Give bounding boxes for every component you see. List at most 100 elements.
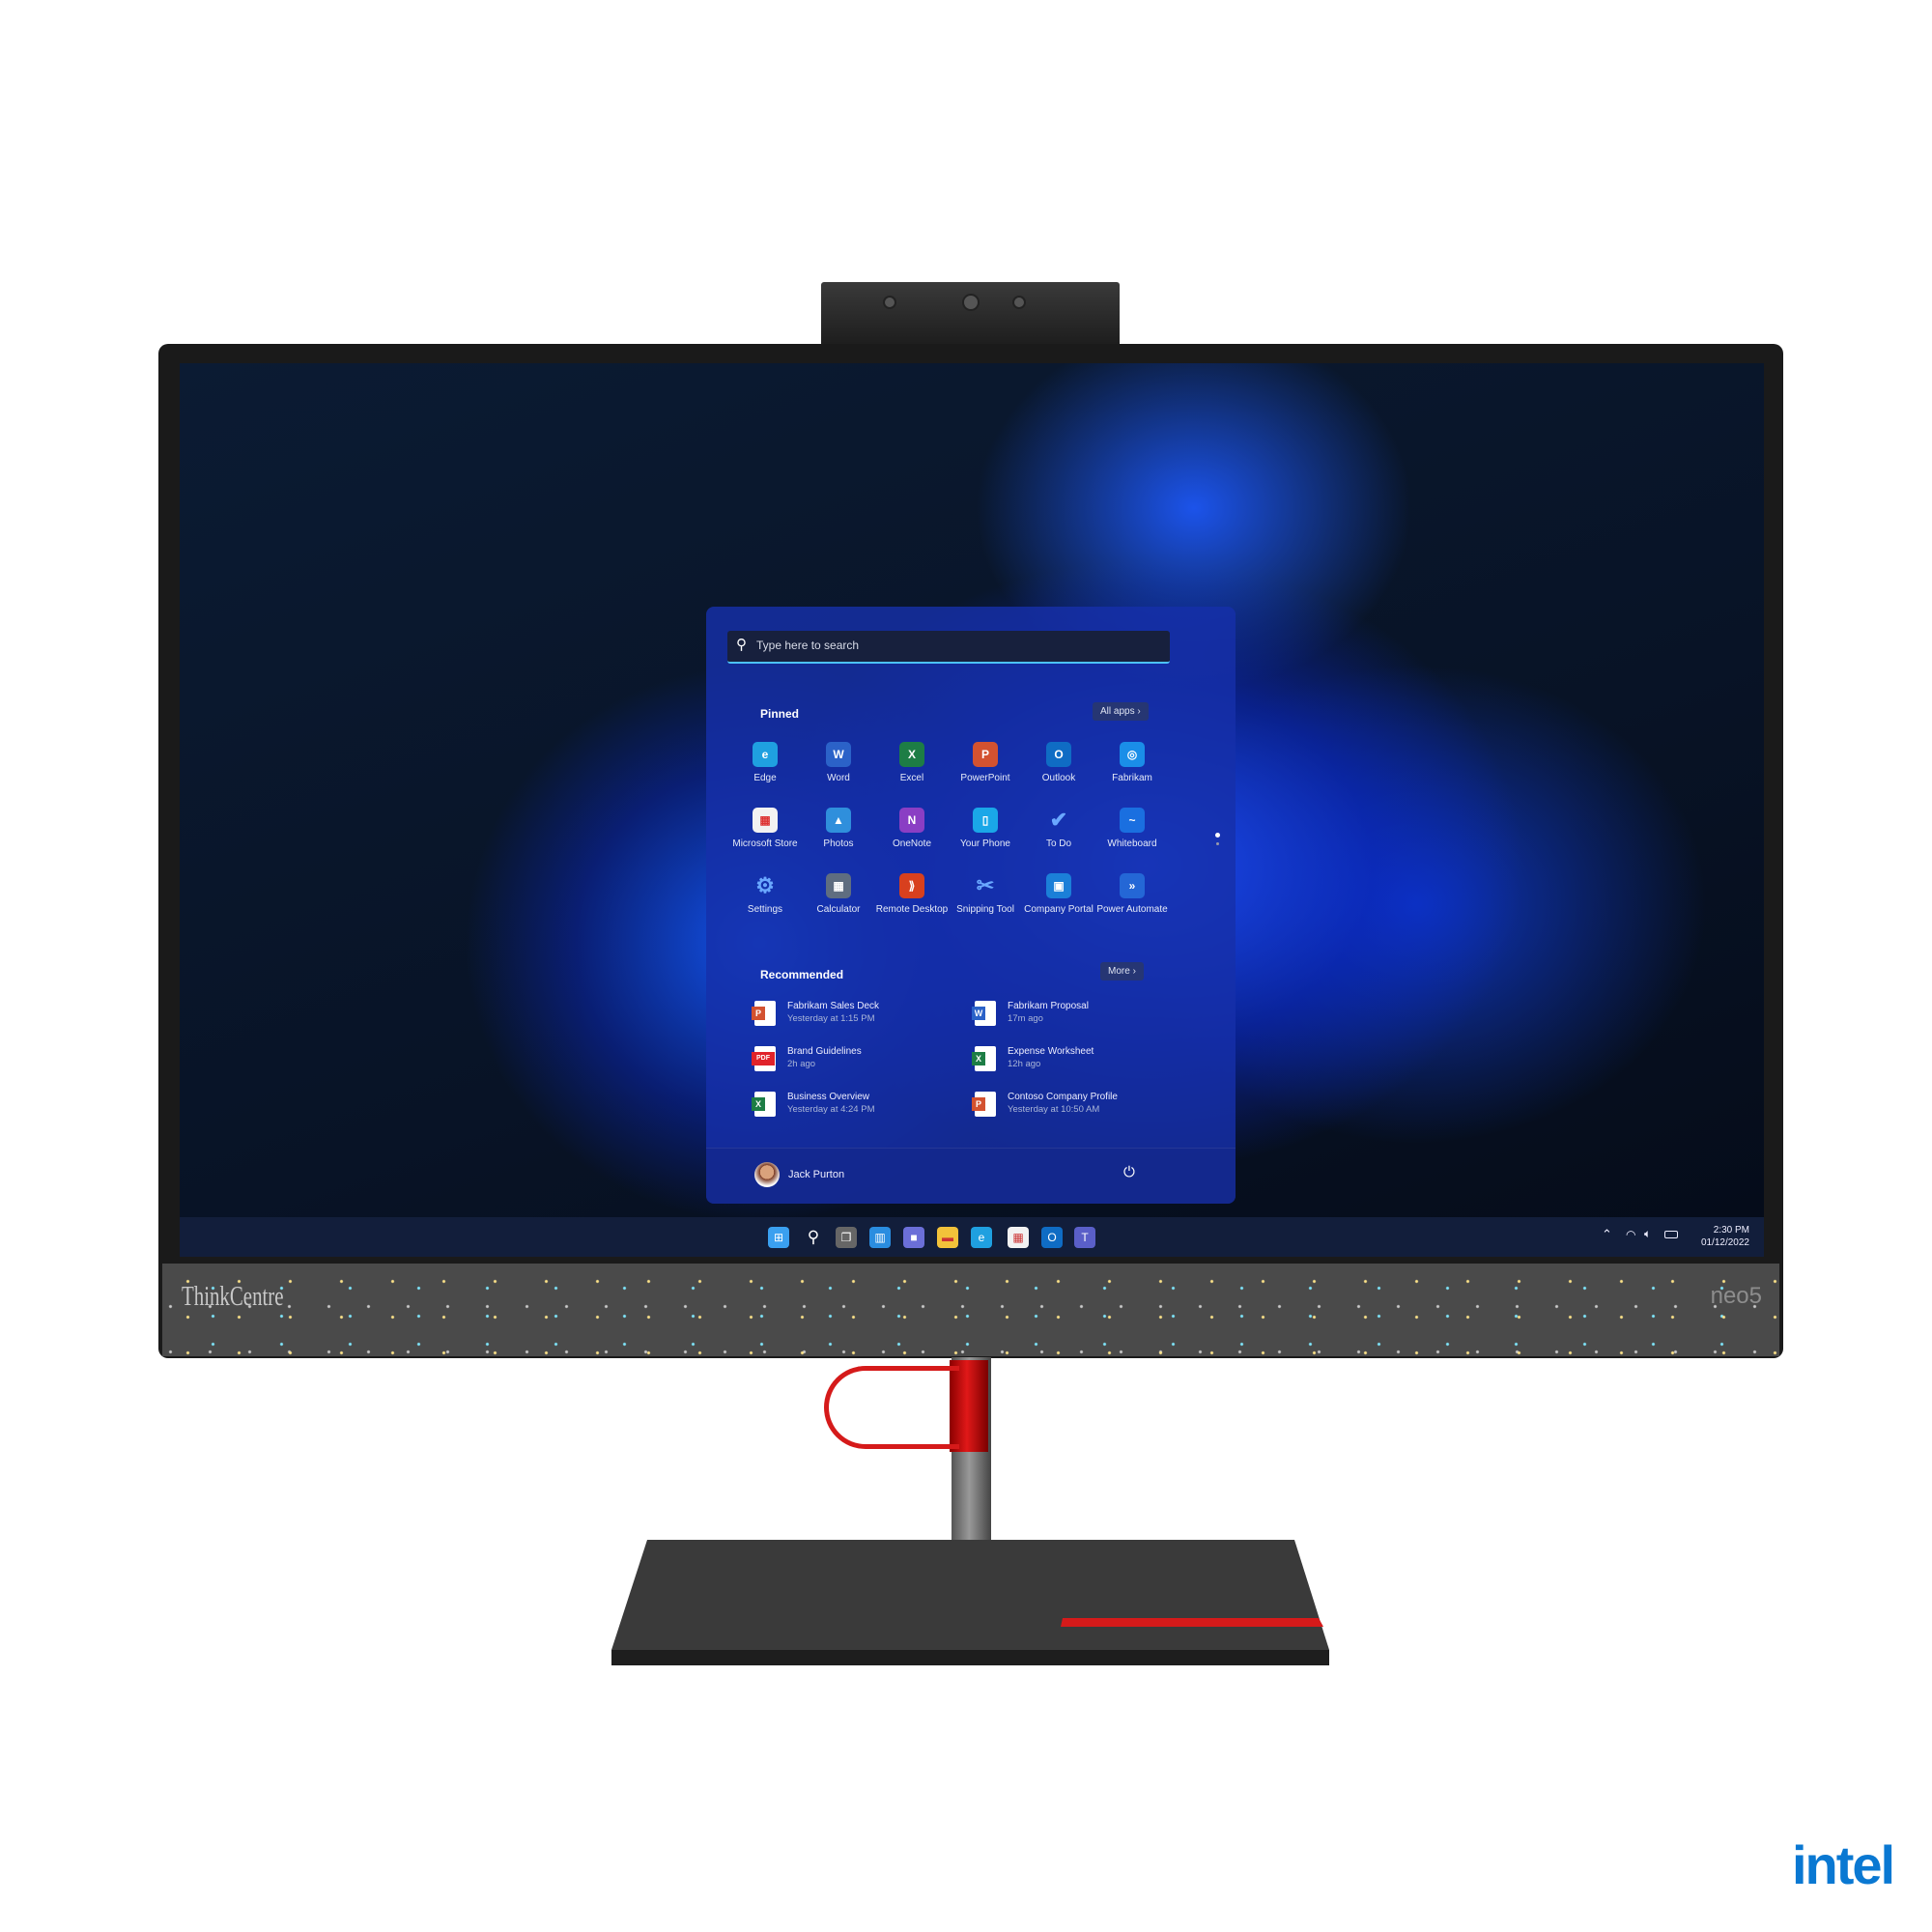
show-hidden-icons-chevron-icon[interactable]: ⌃ — [1602, 1227, 1612, 1242]
pinned-app-whiteboard[interactable]: ~ Whiteboard — [1094, 808, 1171, 849]
pinned-app-fabrikam[interactable]: ◎ Fabrikam — [1094, 742, 1171, 783]
speaker-bezel: ThinkCentre neo5 — [162, 1264, 1779, 1356]
settings-icon: ⚙ — [755, 873, 775, 897]
wifi-icon[interactable]: ◠ — [1626, 1228, 1635, 1241]
recommended-item[interactable]: P Fabrikam Sales Deck Yesterday at 1:15 PM — [752, 1001, 880, 1026]
start-icon[interactable]: ⊞ — [768, 1227, 789, 1248]
search-icon[interactable]: ⚲ — [803, 1227, 824, 1248]
pinned-app-calculator[interactable]: ▦ Calculator — [800, 873, 877, 915]
pinned-app-your-phone[interactable]: ▯ Your Phone — [947, 808, 1024, 849]
more-button[interactable]: More › — [1100, 962, 1144, 980]
pinned-app-settings[interactable]: ⚙ Settings — [726, 873, 804, 915]
whiteboard-icon: ~ — [1120, 808, 1145, 833]
file-explorer-icon[interactable]: ▬ — [937, 1227, 958, 1248]
pinned-app-powerpoint[interactable]: P PowerPoint — [947, 742, 1024, 783]
app-label: To Do — [1045, 838, 1072, 849]
avatar[interactable] — [754, 1162, 780, 1187]
phone-icon: ▯ — [973, 808, 998, 833]
recommended-item[interactable]: W Fabrikam Proposal 17m ago — [972, 1001, 1089, 1026]
camera-sensor — [1012, 296, 1026, 309]
app-label: Power Automate — [1096, 904, 1168, 915]
app-label: PowerPoint — [960, 773, 1010, 783]
app-label: Remote Desktop — [875, 904, 949, 915]
pinned-app-word[interactable]: W Word — [800, 742, 877, 783]
edge-icon: e — [753, 742, 778, 767]
pinned-app-photos[interactable]: ▲ Photos — [800, 808, 877, 849]
file-name: Fabrikam Proposal — [1008, 1001, 1089, 1011]
start-menu: ⚲ Type here to search Pinned All apps › … — [706, 607, 1236, 1204]
power-automate-icon: » — [1120, 873, 1145, 898]
all-apps-button[interactable]: All apps › — [1093, 702, 1149, 721]
task-view-icon[interactable]: ❐ — [836, 1227, 857, 1248]
pinned-app-company-portal[interactable]: ▣ Company Portal — [1020, 873, 1097, 915]
pinned-app-outlook[interactable]: O Outlook — [1020, 742, 1097, 783]
base-red-stripe — [1061, 1618, 1323, 1627]
webcam — [821, 282, 1120, 348]
company-portal-icon: ▣ — [1046, 873, 1071, 898]
powerpoint-icon: P — [973, 742, 998, 767]
outlook-icon[interactable]: O — [1041, 1227, 1063, 1248]
pinned-app-to-do[interactable]: ✔ To Do — [1020, 808, 1097, 849]
more-label: More — [1108, 966, 1130, 977]
app-label: Company Portal — [1024, 904, 1094, 915]
pinned-app-edge[interactable]: e Edge — [726, 742, 804, 783]
thinkcentre-logo: ThinkCentre — [182, 1281, 284, 1312]
pinned-app-remote-desktop[interactable]: ⟫ Remote Desktop — [873, 873, 951, 915]
word-file-icon: W — [972, 1001, 996, 1026]
app-label: Calculator — [816, 904, 861, 915]
search-input[interactable]: ⚲ Type here to search — [727, 631, 1170, 664]
app-label: Word — [827, 773, 850, 783]
pinned-app-snipping-tool[interactable]: ✂ Snipping Tool — [947, 873, 1024, 915]
power-icon[interactable]: ⏻ — [1123, 1164, 1135, 1180]
file-name: Fabrikam Sales Deck — [787, 1001, 880, 1011]
app-label: Settings — [747, 904, 783, 915]
app-label: Photos — [823, 838, 854, 849]
page-indicator-active[interactable] — [1215, 833, 1220, 838]
remote-desktop-icon: ⟫ — [899, 873, 924, 898]
pinned-app-microsoft-store[interactable]: ▦ Microsoft Store — [726, 808, 804, 849]
recommended-item[interactable]: P Contoso Company Profile Yesterday at 10:… — [972, 1092, 1118, 1117]
onenote-icon: N — [899, 808, 924, 833]
teams-icon[interactable]: T — [1074, 1227, 1095, 1248]
recommended-item[interactable]: X Business Overview Yesterday at 4:24 PM — [752, 1092, 874, 1117]
date: 01/12/2022 — [1700, 1237, 1749, 1248]
app-label: Excel — [899, 773, 924, 783]
recommended-item[interactable]: X Expense Worksheet 12h ago — [972, 1046, 1094, 1071]
pinned-app-excel[interactable]: X Excel — [873, 742, 951, 783]
excel-file-icon: X — [752, 1092, 776, 1117]
powerpoint-file-icon: P — [972, 1092, 996, 1117]
file-name: Contoso Company Profile — [1008, 1092, 1118, 1102]
store-icon[interactable]: ▦ — [1008, 1227, 1029, 1248]
recommended-heading: Recommended — [760, 968, 844, 981]
calculator-icon: ▦ — [826, 873, 851, 898]
app-label: Snipping Tool — [956, 904, 1014, 915]
pinned-app-power-automate[interactable]: » Power Automate — [1094, 873, 1171, 915]
recommended-item[interactable]: PDF Brand Guidelines 2h ago — [752, 1046, 862, 1071]
all-apps-label: All apps — [1100, 706, 1135, 717]
file-name: Expense Worksheet — [1008, 1046, 1094, 1057]
file-name: Business Overview — [787, 1092, 870, 1102]
camera-lens — [962, 294, 980, 311]
edge-icon[interactable]: e — [971, 1227, 992, 1248]
search-placeholder: Type here to search — [756, 639, 860, 652]
store-icon: ▦ — [753, 808, 778, 833]
chat-icon[interactable]: ■ — [903, 1227, 924, 1248]
photos-icon: ▲ — [826, 808, 851, 833]
app-label: Fabrikam — [1112, 773, 1152, 783]
app-label: Microsoft Store — [732, 838, 798, 849]
user-name[interactable]: Jack Purton — [788, 1169, 844, 1180]
camera-sensor — [883, 296, 896, 309]
volume-icon[interactable]: 🔈︎ — [1644, 1227, 1651, 1241]
page-indicator[interactable] — [1216, 842, 1219, 845]
widgets-icon[interactable]: ▥ — [869, 1227, 891, 1248]
pinned-app-onenote[interactable]: N OneNote — [873, 808, 951, 849]
file-time: 17m ago — [1008, 1013, 1043, 1024]
app-label: Whiteboard — [1107, 838, 1157, 849]
excel-file-icon: X — [972, 1046, 996, 1071]
file-time: Yesterday at 1:15 PM — [787, 1013, 875, 1024]
clock[interactable]: 2:30 PM 01/12/2022 — [1691, 1224, 1749, 1249]
excel-icon: X — [899, 742, 924, 767]
file-time: 2h ago — [787, 1059, 816, 1069]
battery-icon[interactable] — [1664, 1231, 1678, 1238]
word-icon: W — [826, 742, 851, 767]
